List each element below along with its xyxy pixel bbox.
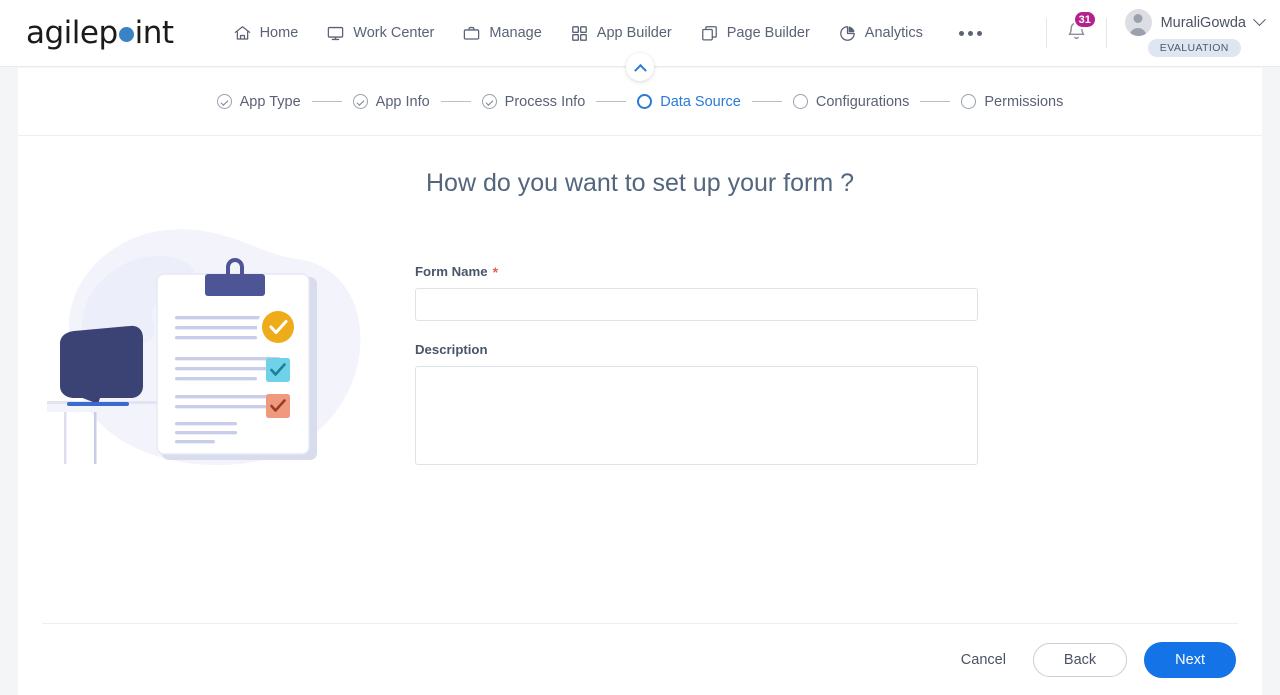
step-label-process-info: Process Info <box>504 93 586 110</box>
nav-item-app-builder[interactable]: App Builder <box>556 18 686 49</box>
form-name-label: Form Name <box>415 264 488 279</box>
nav-item-manage[interactable]: Manage <box>448 18 555 49</box>
layers-icon <box>700 24 719 43</box>
step-check-icon <box>352 94 368 109</box>
header-divider-left <box>1045 18 1047 48</box>
nav-label-home: Home <box>259 25 299 41</box>
step-current-icon <box>637 94 653 109</box>
step-process-info[interactable]: Process Info <box>481 93 586 110</box>
step-label-app-info: App Info <box>375 93 430 110</box>
step-permissions[interactable]: Permissions <box>961 94 1063 110</box>
grid-icon <box>570 24 589 43</box>
next-button[interactable]: Next <box>1144 642 1236 678</box>
user-menu[interactable]: MuraliGowda EVALUATION <box>1124 9 1266 57</box>
wizard-body: Form Name * Description <box>18 214 1262 484</box>
bell-icon <box>1065 22 1088 46</box>
nav-label-manage: Manage <box>489 25 542 41</box>
step-configurations[interactable]: Configurations <box>792 93 910 110</box>
step-pending-icon <box>792 94 808 109</box>
user-name: MuraliGowda <box>1160 14 1246 31</box>
more-horizontal-icon[interactable] <box>943 25 998 42</box>
chevron-up-icon <box>633 63 647 77</box>
nav-label-work-center: Work Center <box>353 25 435 41</box>
step-connector <box>311 101 342 102</box>
required-marker: * <box>492 263 499 280</box>
step-connector <box>440 101 471 102</box>
cancel-button[interactable]: Cancel <box>951 646 1016 674</box>
user-menu-row[interactable]: MuraliGowda <box>1124 9 1266 36</box>
logo-text-second: int <box>134 15 174 51</box>
step-app-type[interactable]: App Type <box>216 93 301 110</box>
monitor-icon <box>326 24 345 43</box>
step-label-data-source: Data Source <box>660 93 741 110</box>
notifications-button[interactable]: 31 <box>1061 10 1097 51</box>
step-label-permissions: Permissions <box>984 93 1064 110</box>
nav-label-analytics: Analytics <box>864 25 923 41</box>
main-navigation: Home Work Center Manage App Builder Page… <box>219 18 998 49</box>
step-label-app-type: App Type <box>239 93 301 110</box>
nav-item-analytics[interactable]: Analytics <box>824 18 937 49</box>
form-fields: Form Name * Description <box>415 214 978 470</box>
step-connector <box>920 101 951 102</box>
briefcase-icon <box>462 24 481 43</box>
description-label: Description <box>415 342 488 357</box>
form-setup-clipboard-illustration <box>42 214 377 484</box>
description-textarea[interactable] <box>415 366 978 465</box>
nav-item-home[interactable]: Home <box>219 18 313 49</box>
header-divider-right <box>1105 18 1107 48</box>
logo-text-first: agilep <box>26 15 118 51</box>
plan-badge: EVALUATION <box>1147 39 1241 57</box>
chevron-down-icon[interactable] <box>1253 13 1266 27</box>
nav-item-work-center[interactable]: Work Center <box>312 18 448 49</box>
nav-label-page-builder: Page Builder <box>726 25 810 41</box>
step-label-configurations: Configurations <box>815 93 910 110</box>
avatar <box>1124 9 1152 36</box>
wizard-footer: Cancel Back Next <box>951 642 1236 678</box>
nav-item-page-builder[interactable]: Page Builder <box>686 18 824 49</box>
step-connector <box>596 101 627 102</box>
step-app-info[interactable]: App Info <box>352 93 430 110</box>
form-name-input[interactable] <box>415 288 978 321</box>
agilepoint-logo[interactable]: agilep int <box>26 15 174 51</box>
step-connector <box>751 101 782 102</box>
form-name-label-row: Form Name * <box>415 264 978 279</box>
back-button[interactable]: Back <box>1032 643 1128 677</box>
logo-dot-icon <box>118 27 134 42</box>
notification-count-badge: 31 <box>1072 10 1097 29</box>
step-data-source[interactable]: Data Source <box>637 94 741 110</box>
step-check-icon <box>481 94 497 109</box>
collapse-header-button[interactable] <box>626 53 654 81</box>
step-check-icon <box>216 94 232 109</box>
nav-label-app-builder: App Builder <box>596 25 672 41</box>
home-icon <box>233 24 252 43</box>
step-pending-icon <box>961 94 977 109</box>
wizard-panel: App Type App Info Process Info Data Sour… <box>18 68 1262 695</box>
footer-divider <box>42 623 1238 624</box>
pie-chart-icon <box>838 24 857 43</box>
description-label-row: Description <box>415 342 978 357</box>
page-title: How do you want to set up your form ? <box>426 169 854 197</box>
